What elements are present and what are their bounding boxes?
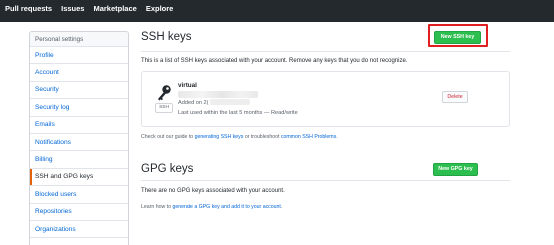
ssh-keys-title: SSH keys	[141, 31, 192, 43]
nav-marketplace[interactable]: Marketplace	[93, 4, 136, 14]
gpg-title-divider	[141, 180, 510, 181]
ssh-title-divider	[141, 51, 510, 52]
nav-issues[interactable]: Issues	[61, 4, 84, 14]
sidebar-item-profile[interactable]: Profile	[30, 47, 128, 65]
sidebar-item-security[interactable]: Security	[30, 82, 128, 100]
ssh-key-added-date: Added on 2(	[178, 100, 209, 106]
sidebar-item-repositories[interactable]: Repositories	[30, 204, 128, 221]
key-icon	[158, 85, 171, 101]
ssh-guide-prefix: Check out our guide to	[141, 134, 195, 140]
ssh-key-last-used: Last used within the last 5 months — Rea…	[178, 110, 298, 116]
gpg-learn-suffix: .	[280, 204, 283, 210]
gpg-learn-prefix: Learn how to	[141, 204, 173, 210]
sidebar-item-notifications[interactable]: Notifications	[30, 134, 128, 152]
ssh-key-title: virtual	[178, 82, 197, 89]
sidebar-item-organizations[interactable]: Organizations	[30, 221, 128, 239]
ssh-description: This is a list of SSH keys associated wi…	[141, 58, 408, 64]
ssh-guide-mid: or troubleshoot	[243, 134, 281, 140]
delete-ssh-key-button[interactable]: Delete	[442, 91, 468, 103]
redacted-fingerprint	[178, 91, 258, 98]
nav-pull-requests[interactable]: Pull requests	[5, 4, 52, 14]
generating-ssh-keys-link[interactable]: generating SSH keys	[195, 134, 244, 140]
sidebar-item-billing[interactable]: Billing	[30, 151, 128, 169]
generate-gpg-key-link[interactable]: generate a GPG key and add it to your ac…	[172, 204, 280, 210]
sidebar-item-emails[interactable]: Emails	[30, 117, 128, 134]
gpg-learn-note: Learn how to generate a GPG key and add …	[141, 204, 282, 210]
settings-sidebar: Personal settings Profile Account Securi…	[29, 31, 129, 245]
gpg-description: There are no GPG keys associated with yo…	[141, 188, 285, 194]
ssh-guide-suffix: .	[336, 134, 338, 140]
sidebar-item-blocked-users[interactable]: Blocked users	[30, 186, 128, 204]
ssh-badge: SSH	[155, 103, 173, 113]
ssh-guide-note: Check out our guide to generating SSH ke…	[141, 134, 338, 140]
common-ssh-problems-link[interactable]: common SSH Problems	[281, 134, 336, 140]
redacted-date	[210, 99, 250, 105]
sidebar-heading: Personal settings	[30, 32, 128, 47]
gpg-keys-title: GPG keys	[141, 163, 194, 175]
sidebar-item-ssh-gpg-keys[interactable]: SSH and GPG keys	[30, 168, 128, 187]
new-gpg-key-button[interactable]: New GPG key	[433, 163, 478, 176]
highlight-box	[428, 24, 488, 47]
sidebar-item-account[interactable]: Account	[30, 64, 128, 82]
sidebar-item-security-log[interactable]: Security log	[30, 99, 128, 117]
